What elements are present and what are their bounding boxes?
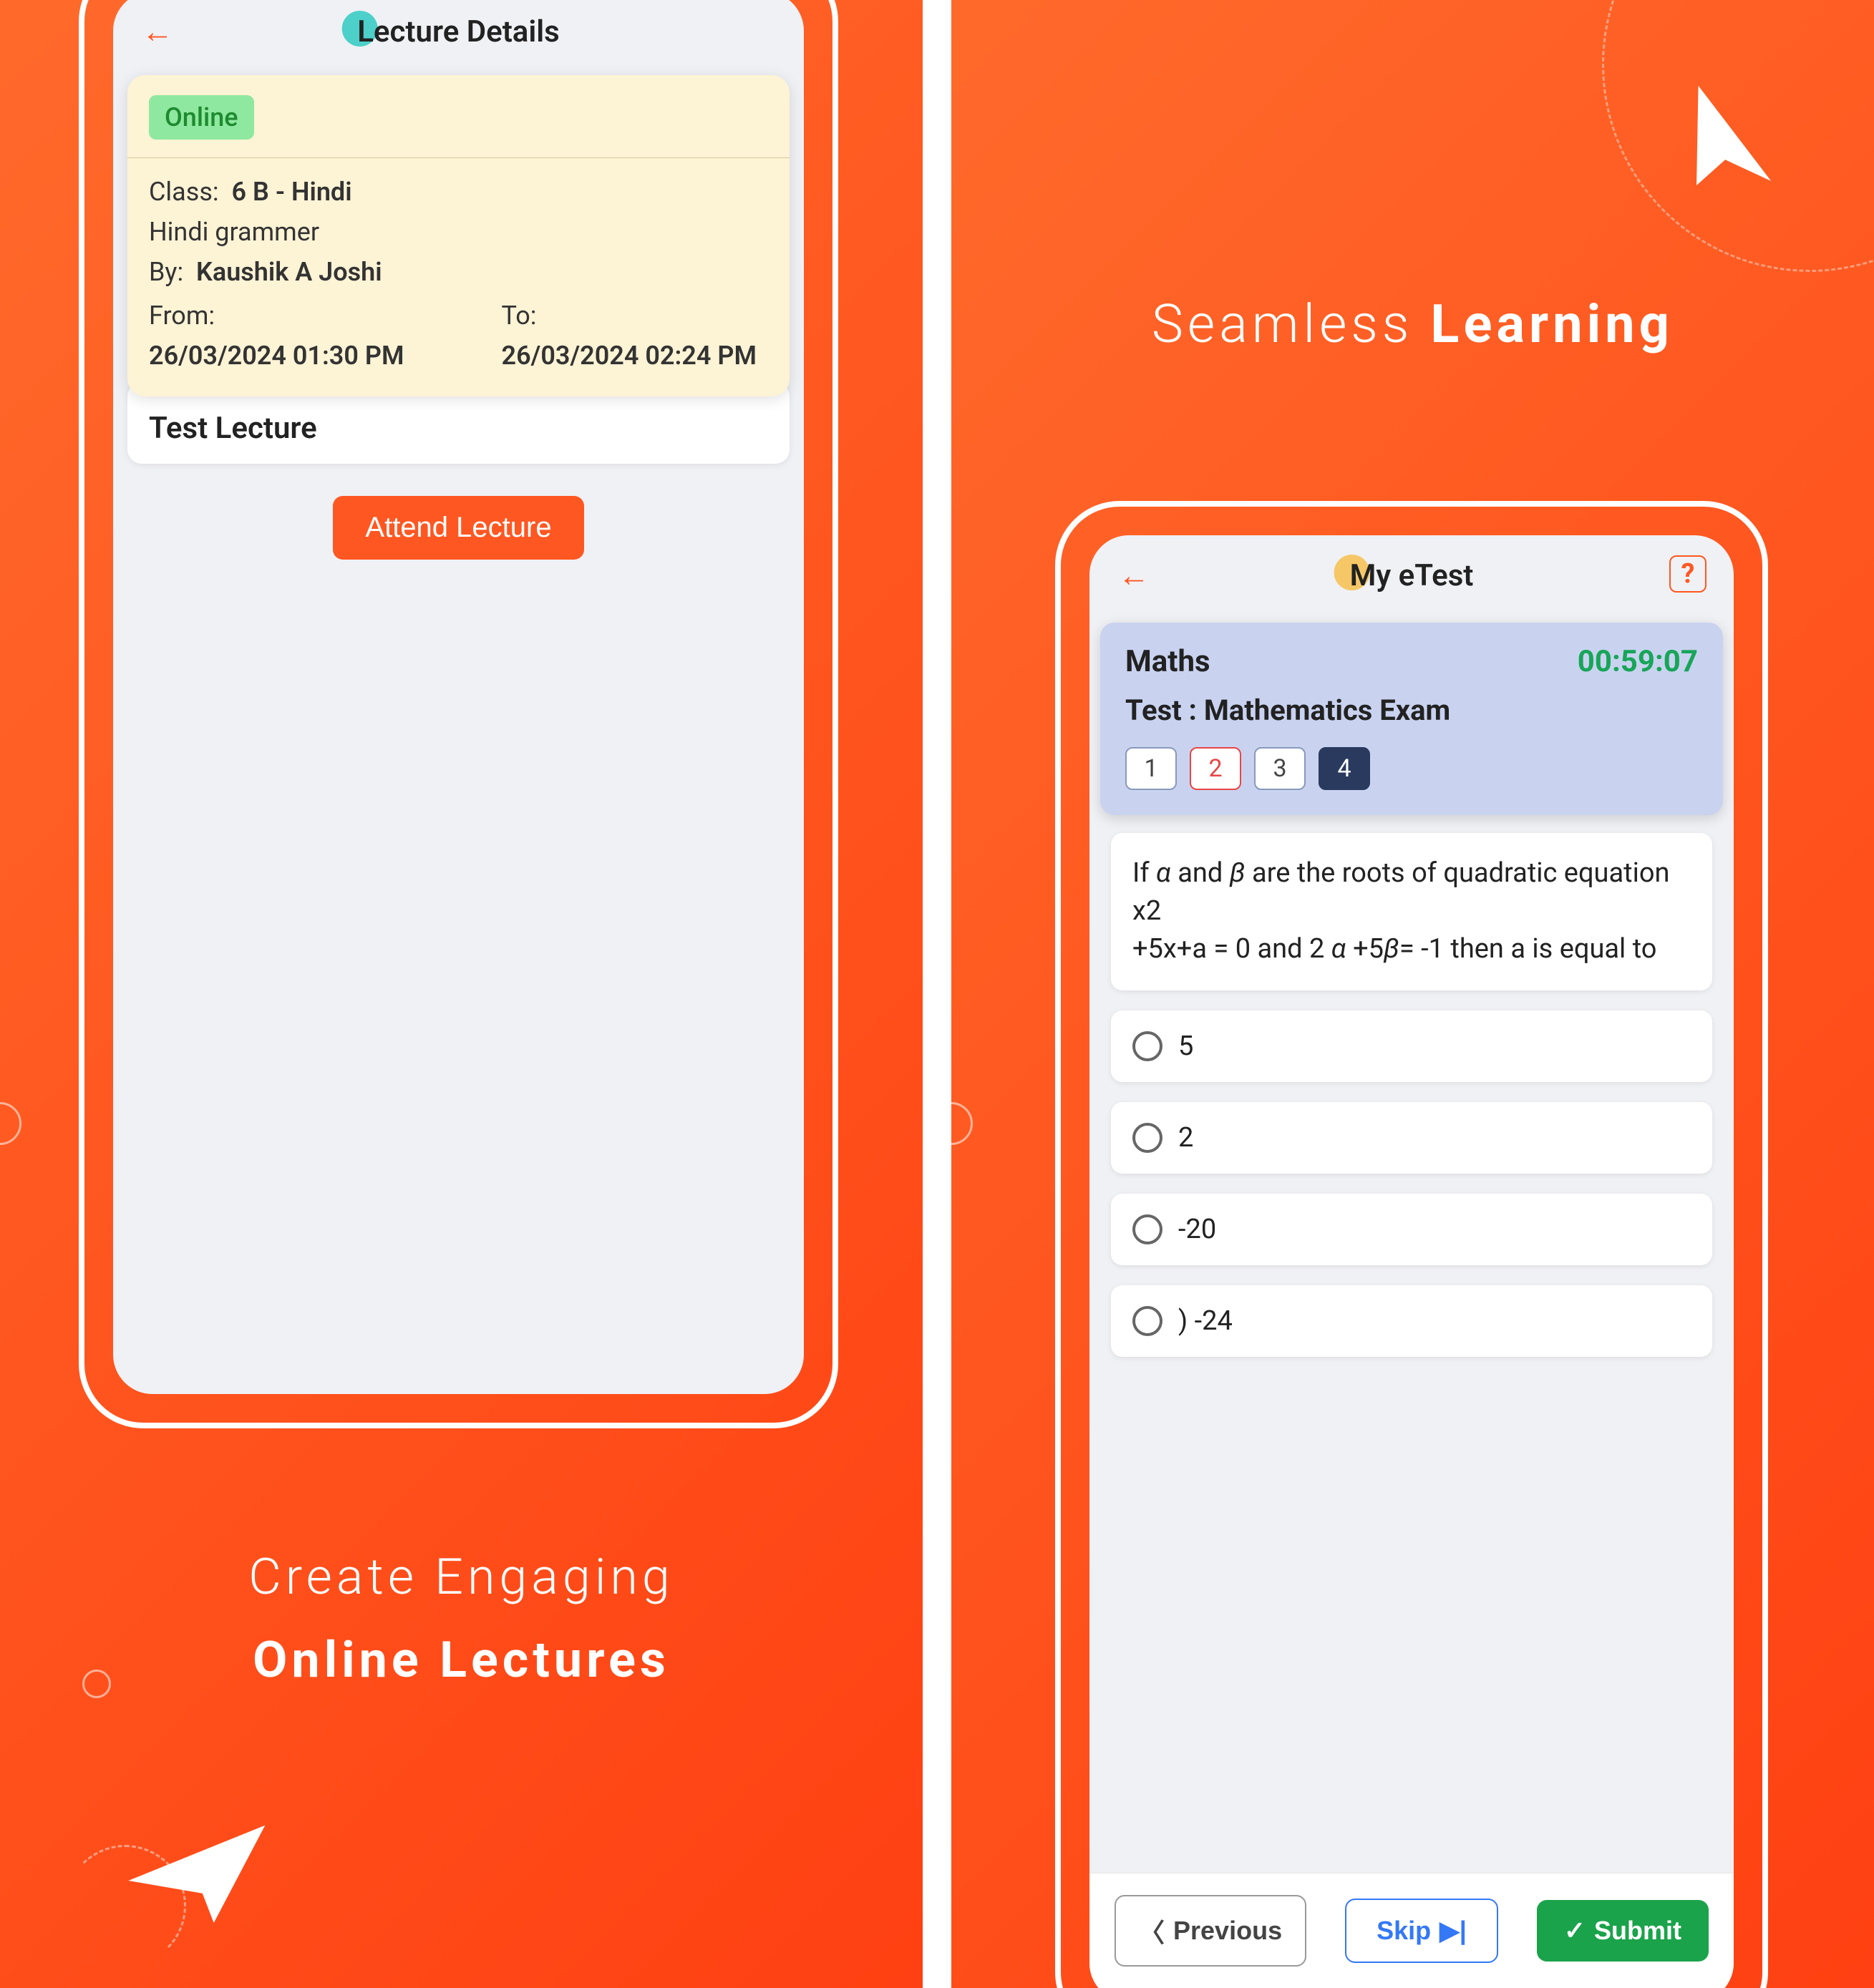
page-title: Lecture Details — [357, 14, 560, 49]
question-nav-3[interactable]: 3 — [1254, 747, 1306, 790]
answer-option-2[interactable]: 2 — [1111, 1102, 1712, 1174]
timer: 00:59:07 — [1578, 644, 1698, 679]
question-nav-1[interactable]: 1 — [1125, 747, 1177, 790]
decoration-circle — [951, 1102, 973, 1145]
question-nav-4[interactable]: 4 — [1319, 747, 1370, 790]
submit-button[interactable]: ✓ Submit — [1537, 1900, 1709, 1962]
answer-option-4[interactable]: ) -24 — [1111, 1285, 1712, 1357]
test-name: Test : Mathematics Exam — [1125, 693, 1698, 727]
answer-option-3[interactable]: -20 — [1111, 1194, 1712, 1265]
back-icon[interactable]: ← — [142, 13, 173, 50]
page-title: My eTest — [1350, 558, 1474, 593]
previous-button[interactable]: 〈 Previous — [1115, 1895, 1306, 1967]
help-icon[interactable]: ? — [1669, 555, 1706, 593]
radio-icon — [1132, 1214, 1162, 1244]
radio-icon — [1132, 1123, 1162, 1153]
radio-icon — [1132, 1031, 1162, 1061]
radio-icon — [1132, 1306, 1162, 1336]
subject-label: Maths — [1125, 644, 1210, 679]
decoration-circle — [0, 1102, 21, 1145]
decoration-dashed — [64, 1845, 186, 1967]
chevron-left-icon: 〈 — [1139, 1912, 1165, 1949]
lecture-details-card: Online Class: 6 B - Hindi Hindi grammer … — [127, 75, 790, 396]
back-icon[interactable]: ← — [1118, 557, 1150, 594]
status-badge: Online — [149, 95, 254, 140]
decoration-circle — [82, 1670, 111, 1698]
answer-option-1[interactable]: 5 — [1111, 1010, 1712, 1082]
skip-button[interactable]: Skip ▶| — [1345, 1899, 1498, 1963]
decoration-dashed — [1602, 0, 1874, 272]
attend-lecture-button[interactable]: Attend Lecture — [333, 496, 583, 560]
test-info-card: Maths 00:59:07 Test : Mathematics Exam 1… — [1100, 623, 1723, 815]
question-text: If α and β are the roots of quadratic eq… — [1111, 833, 1712, 990]
phone-frame-right: ← My eTest ? Maths 00:59:07 Test : Mathe… — [1055, 501, 1768, 1988]
question-nav-2[interactable]: 2 — [1190, 747, 1241, 790]
skip-forward-icon: ▶| — [1440, 1916, 1467, 1946]
check-icon: ✓ — [1564, 1916, 1586, 1946]
promo-text: Create Engaging Online Lectures — [0, 1536, 923, 1702]
promo-text: Seamless Learning — [951, 293, 1874, 356]
phone-frame-left: ← Lecture Details Online Class: 6 B - Hi… — [79, 0, 838, 1428]
